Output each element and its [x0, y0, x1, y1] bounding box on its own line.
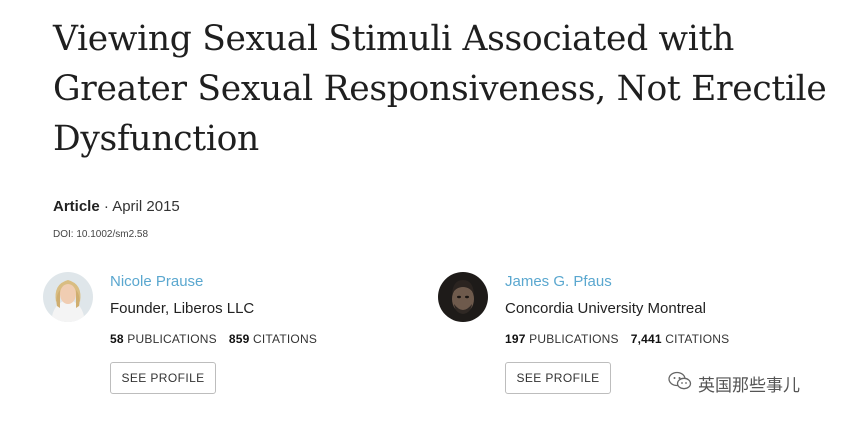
- citations-count: 859: [228, 332, 250, 346]
- see-profile-button[interactable]: SEE PROFILE: [505, 362, 611, 394]
- article-meta: Article · April 2015: [53, 198, 180, 215]
- see-profile-button[interactable]: SEE PROFILE: [110, 362, 216, 394]
- publications-label: PUBLICATIONS: [127, 332, 217, 346]
- author-name-link[interactable]: James G. Pfaus: [505, 273, 612, 290]
- article-type: Article: [53, 198, 100, 215]
- author-name-link[interactable]: Nicole Prause: [110, 273, 203, 290]
- meta-separator: ·: [99, 198, 113, 215]
- publication-date: April 2015: [112, 198, 180, 215]
- avatar[interactable]: [43, 272, 93, 322]
- author-affiliation: Founder, Liberos LLC: [110, 300, 255, 317]
- publications-count: 58: [110, 332, 124, 346]
- article-title: Viewing Sexual Stimuli Associated with G…: [53, 19, 827, 159]
- publications-count: 197: [505, 332, 526, 346]
- citations-label: CITATIONS: [253, 332, 318, 346]
- watermark-text: 英国那些事儿: [698, 376, 800, 395]
- author-stats: 58 PUBLICATIONS 859 CITATIONS: [110, 332, 317, 346]
- author-stats: 197 PUBLICATIONS 7,441 CITATIONS: [505, 332, 729, 346]
- watermark: 英国那些事儿: [668, 371, 800, 396]
- avatar[interactable]: [438, 272, 488, 322]
- citations-count: 7,441: [630, 332, 662, 346]
- wechat-icon: [668, 371, 692, 396]
- article-doi: DOI: 10.1002/sm2.58: [53, 229, 149, 240]
- author-affiliation: Concordia University Montreal: [505, 300, 706, 317]
- publications-label: PUBLICATIONS: [529, 332, 619, 346]
- citations-label: CITATIONS: [665, 332, 730, 346]
